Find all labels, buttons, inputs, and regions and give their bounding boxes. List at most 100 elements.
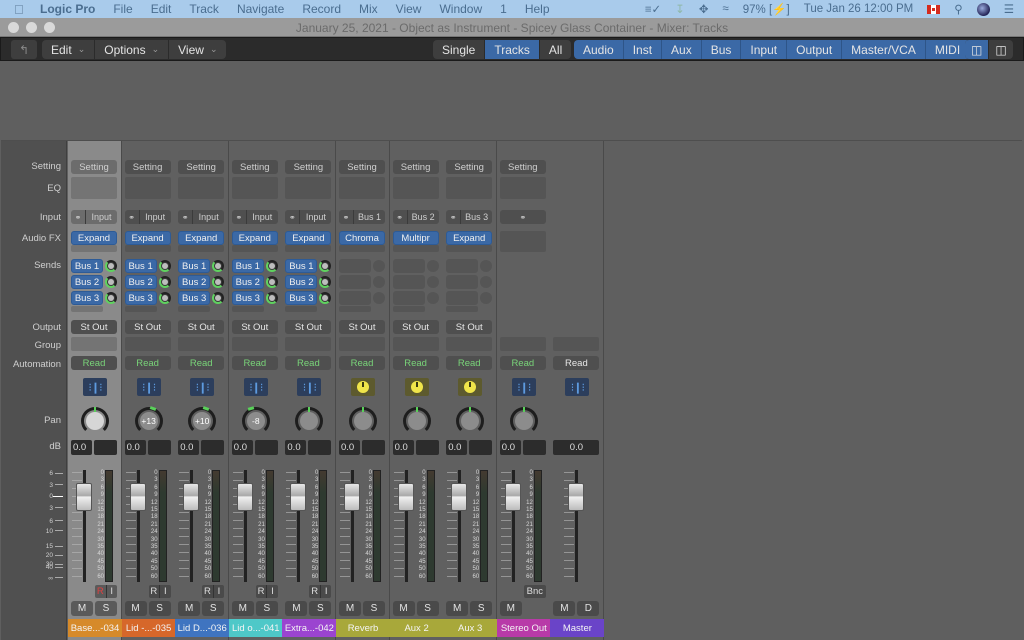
fader-cap[interactable] (290, 483, 307, 511)
send-slot[interactable] (446, 291, 479, 305)
send-slot[interactable] (339, 291, 371, 305)
fader-cap[interactable] (451, 483, 468, 511)
menu-app-name[interactable]: Logic Pro (40, 2, 95, 16)
menu-track[interactable]: Track (189, 2, 219, 16)
mute-button[interactable]: M (392, 601, 415, 616)
input-monitor-button[interactable]: I (321, 585, 332, 598)
send-slot[interactable]: Bus 3 (124, 291, 157, 305)
setting-button[interactable]: Setting (392, 160, 439, 174)
battery-status[interactable]: 97% [⚡] (743, 2, 790, 16)
volume-readout[interactable]: 0.0 (446, 440, 468, 455)
menu-help[interactable]: Help (525, 2, 550, 16)
send-slot[interactable]: Bus 2 (124, 275, 157, 289)
filter-inst[interactable]: Inst (623, 40, 663, 59)
wifi-icon[interactable]: ≈ (722, 3, 728, 15)
track-name-label[interactable]: Lid D...-036 (175, 619, 230, 637)
dim-button[interactable]: D (577, 601, 600, 616)
input-slot[interactable]: ⚭ (499, 210, 546, 224)
automation-mode-button[interactable]: Read (392, 356, 439, 370)
automation-mode-button[interactable]: Read (124, 356, 171, 370)
automation-mode-button[interactable]: Read (231, 356, 278, 370)
audio-fx-plugin[interactable]: Expand (71, 231, 117, 245)
send-level-knob[interactable] (212, 292, 225, 304)
group-slot[interactable] (499, 337, 546, 351)
send-slot[interactable]: Bus 2 (285, 275, 318, 289)
send-empty-slot[interactable] (71, 306, 103, 312)
send-empty-slot[interactable] (285, 306, 318, 312)
filter-output[interactable]: Output (787, 40, 843, 59)
send-slot[interactable] (339, 275, 371, 289)
send-slot[interactable]: Bus 1 (285, 259, 318, 273)
input-slot[interactable]: ⚭ Input (71, 210, 117, 224)
automation-mode-button[interactable]: Read (553, 356, 600, 370)
record-enable-button[interactable]: R (256, 585, 268, 598)
mute-button[interactable]: M (499, 601, 522, 616)
send-level-knob[interactable] (319, 260, 332, 272)
output-button[interactable]: St Out (392, 320, 439, 334)
send-slot[interactable]: Bus 1 (231, 259, 264, 273)
output-button[interactable]: St Out (339, 320, 385, 334)
audio-fx-empty-slot[interactable] (124, 245, 171, 252)
output-button[interactable]: St Out (71, 320, 117, 334)
audio-fx-empty-slot[interactable] (71, 245, 117, 252)
solo-button[interactable]: S (202, 601, 225, 616)
options-menu[interactable]: Options ⌄ (95, 40, 170, 59)
channel-strip[interactable]: Setting ⚭ Input Expand Bus 1 Bus 2 Bus 3 St Out… (68, 141, 122, 640)
menu-window[interactable]: Window (439, 2, 482, 16)
channel-strip[interactable]: Setting ⚭ Bus 3 Expand St Out Read 0.0 0 3 6 9 12 15… (443, 141, 498, 640)
group-slot[interactable] (124, 337, 171, 351)
send-slot[interactable] (392, 259, 425, 273)
volume-readout[interactable]: 0.0 (339, 440, 360, 455)
audio-fx-slot[interactable] (499, 231, 546, 252)
send-level-knob[interactable] (158, 260, 171, 272)
track-icon[interactable]: ⁝❙⁝ (136, 378, 161, 396)
record-enable-button[interactable]: R (95, 585, 107, 598)
send-slot[interactable]: Bus 3 (285, 291, 318, 305)
pan-knob[interactable] (509, 407, 538, 435)
solo-button[interactable]: S (363, 601, 385, 616)
send-empty-slot[interactable] (231, 306, 264, 312)
channel-strip[interactable]: Setting ⚭ Input Expand Bus 1 Bus 2 Bus 3 St Out… (175, 141, 230, 640)
mute-button[interactable]: M (339, 601, 361, 616)
input-slot[interactable]: ⚭ Bus 1 (339, 210, 385, 224)
mute-button[interactable]: M (553, 601, 576, 616)
menu-1[interactable]: 1 (500, 2, 507, 16)
filter-audio[interactable]: Audio (574, 40, 624, 59)
audio-fx-plugin[interactable]: Chroma (339, 231, 385, 245)
solo-button[interactable]: S (309, 601, 332, 616)
send-slot[interactable]: Bus 2 (71, 275, 103, 289)
input-monitor-button[interactable]: I (160, 585, 171, 598)
solo-button[interactable]: S (95, 601, 117, 616)
input-slot[interactable]: ⚭ Input (231, 210, 278, 224)
eq-display[interactable] (446, 177, 493, 199)
volume-readout[interactable]: 0.0 (392, 440, 414, 455)
volume-readout[interactable]: 0.0 (124, 440, 146, 455)
pan-knob[interactable]: +10 (188, 406, 217, 435)
output-button[interactable]: St Out (446, 320, 493, 334)
automation-mode-button[interactable]: Read (71, 356, 117, 370)
link-button[interactable]: ↰ (11, 40, 37, 59)
channel-strip[interactable]: Read ⁝❙⁝ 0.0 M D Master (550, 141, 605, 640)
pan-knob[interactable] (456, 407, 485, 435)
audio-fx-empty-slot[interactable] (392, 245, 439, 252)
setting-button[interactable]: Setting (285, 160, 332, 174)
input-monitor-button[interactable]: I (107, 585, 118, 598)
audio-fx-plugin[interactable]: Expand (446, 231, 493, 245)
mute-button[interactable]: M (71, 601, 93, 616)
track-icon[interactable]: ⁝❙⁝ (243, 378, 268, 396)
input-slot[interactable]: ⚭ Input (178, 210, 225, 224)
download-icon[interactable]: ↧ (675, 2, 685, 16)
send-slot[interactable]: Bus 1 (178, 259, 211, 273)
send-empty-slot[interactable] (124, 306, 157, 312)
volume-readout[interactable]: 0.0 (71, 440, 92, 455)
setting-button[interactable]: Setting (124, 160, 171, 174)
solo-button[interactable]: S (470, 601, 493, 616)
input-monitor-button[interactable]: I (267, 585, 278, 598)
send-level-knob[interactable] (265, 260, 278, 272)
send-slot[interactable]: Bus 1 (71, 259, 103, 273)
view-mode-all[interactable]: All (540, 40, 571, 59)
automation-mode-button[interactable]: Read (446, 356, 493, 370)
send-slot[interactable]: Bus 2 (178, 275, 211, 289)
group-slot[interactable] (446, 337, 493, 351)
setting-button[interactable]: Setting (339, 160, 385, 174)
